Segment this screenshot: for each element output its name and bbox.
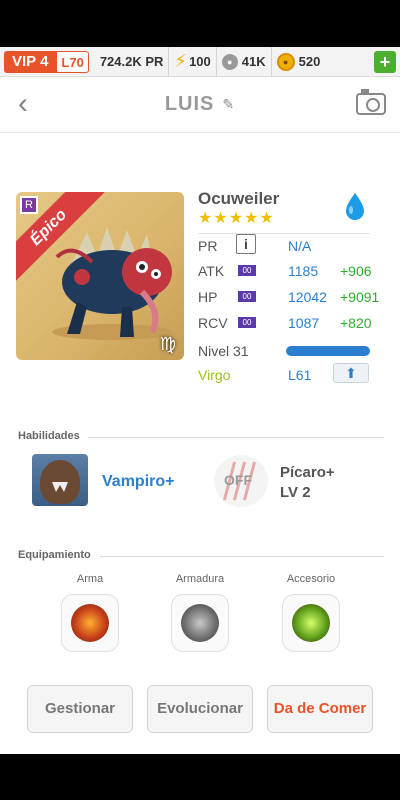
- stat-bonus: +906: [340, 263, 372, 279]
- stat-tag: 00: [238, 291, 256, 302]
- stat-value: 12042: [288, 289, 327, 305]
- divider: [88, 437, 384, 438]
- stat-row-hp: HP 00 12042 +9091: [198, 285, 379, 309]
- xp-bar: [286, 346, 370, 356]
- divider: [100, 556, 384, 557]
- weapon-slot[interactable]: [61, 594, 119, 652]
- skill-name: Pícaro+: [280, 464, 335, 481]
- skill-picaro-icon[interactable]: OFF: [214, 455, 268, 507]
- zodiac-sign: Virgo: [198, 367, 231, 383]
- coin-icon: ●: [276, 52, 295, 71]
- player-level: L70: [56, 50, 89, 73]
- rank-badge: R: [20, 196, 38, 214]
- armor-icon: [181, 604, 219, 642]
- info-icon[interactable]: i: [236, 234, 256, 254]
- stat-value: 1185: [288, 263, 319, 279]
- monster-portrait[interactable]: Épico R ♍: [16, 192, 184, 360]
- accessory-icon: [292, 604, 330, 642]
- equipment-label-accessory: Accesorio: [286, 573, 336, 585]
- screen: VIP 4 L70 724.2K PR ⚡ 100 ● 41K ● 520 + …: [0, 0, 400, 800]
- page-title: LUIS ✎: [0, 93, 400, 116]
- stat-row-atk: ATK 00 1185 +906: [198, 259, 372, 283]
- water-element-icon: [346, 193, 364, 220]
- rank-level: L61: [288, 367, 312, 383]
- skill-level: LV 2: [280, 484, 311, 501]
- gold-value: 520: [298, 54, 321, 69]
- evolve-button[interactable]: Evolucionar: [147, 685, 253, 733]
- pencil-icon[interactable]: ✎: [222, 96, 235, 113]
- equipment-title: Equipamiento: [18, 549, 91, 561]
- monster-level: Nivel 31: [198, 343, 249, 359]
- vip-badge[interactable]: VIP 4: [4, 50, 57, 73]
- monster-nickname[interactable]: LUIS: [165, 93, 215, 115]
- skill-off-label: OFF: [224, 472, 252, 488]
- equipment-label-weapon: Arma: [76, 573, 104, 585]
- stat-label: RCV: [198, 315, 228, 331]
- accessory-slot[interactable]: [282, 594, 340, 652]
- stat-tag: 00: [238, 317, 256, 328]
- status-bar: VIP 4 L70 724.2K PR ⚡ 100 ● 41K ● 520 +: [0, 46, 400, 77]
- paw-icon: ●: [221, 53, 238, 70]
- energy-value: 100: [189, 54, 211, 69]
- energy-counter[interactable]: ⚡ 100: [168, 46, 215, 77]
- feed-button[interactable]: Da de Comer: [267, 685, 373, 733]
- stat-label: PR: [198, 238, 218, 254]
- monster-detail-panel: ‹ LUIS ✎ Épico R ♍ Ocuweiler ★★★★★ PR i …: [0, 77, 400, 754]
- equipment-label-armor: Armadura: [175, 573, 225, 585]
- power-value: 724.2K PR: [99, 54, 164, 69]
- skill-name[interactable]: Vampiro+: [102, 473, 174, 491]
- stat-label: HP: [198, 289, 218, 305]
- camera-icon[interactable]: [356, 89, 386, 115]
- stat-value: N/A: [288, 238, 312, 254]
- star-rating: ★★★★★: [198, 210, 275, 227]
- stat-row-rcv: RCV 00 1087 +820: [198, 311, 372, 335]
- stat-bonus: +9091: [340, 289, 380, 305]
- stat-tag: 00: [238, 265, 256, 276]
- level-up-button[interactable]: ⬆: [333, 363, 369, 383]
- virgo-icon: ♍: [159, 334, 177, 354]
- gold-counter[interactable]: ● 520: [270, 46, 326, 77]
- add-currency-button[interactable]: +: [374, 50, 396, 73]
- skill2-text[interactable]: Pícaro+ LV 2: [280, 463, 335, 503]
- header: ‹ LUIS ✎: [0, 77, 400, 133]
- lightning-icon: ⚡: [174, 51, 188, 71]
- stat-label: ATK: [198, 263, 225, 279]
- manage-button[interactable]: Gestionar: [27, 685, 133, 733]
- skill-vampiro-icon[interactable]: [32, 454, 88, 506]
- weapon-icon: [71, 604, 109, 642]
- food-value: 41K: [241, 54, 266, 69]
- monster-name: Ocuweiler: [198, 189, 280, 208]
- stat-row-pr: PR i N/A: [198, 233, 370, 257]
- food-counter[interactable]: ● 41K: [215, 46, 271, 77]
- stat-value: 1087: [288, 315, 320, 331]
- creature-artwork: [52, 227, 172, 340]
- stat-bonus: +820: [340, 315, 372, 331]
- power-counter: 724.2K PR: [95, 47, 169, 77]
- skills-title: Habilidades: [18, 430, 80, 442]
- armor-slot[interactable]: [171, 594, 229, 652]
